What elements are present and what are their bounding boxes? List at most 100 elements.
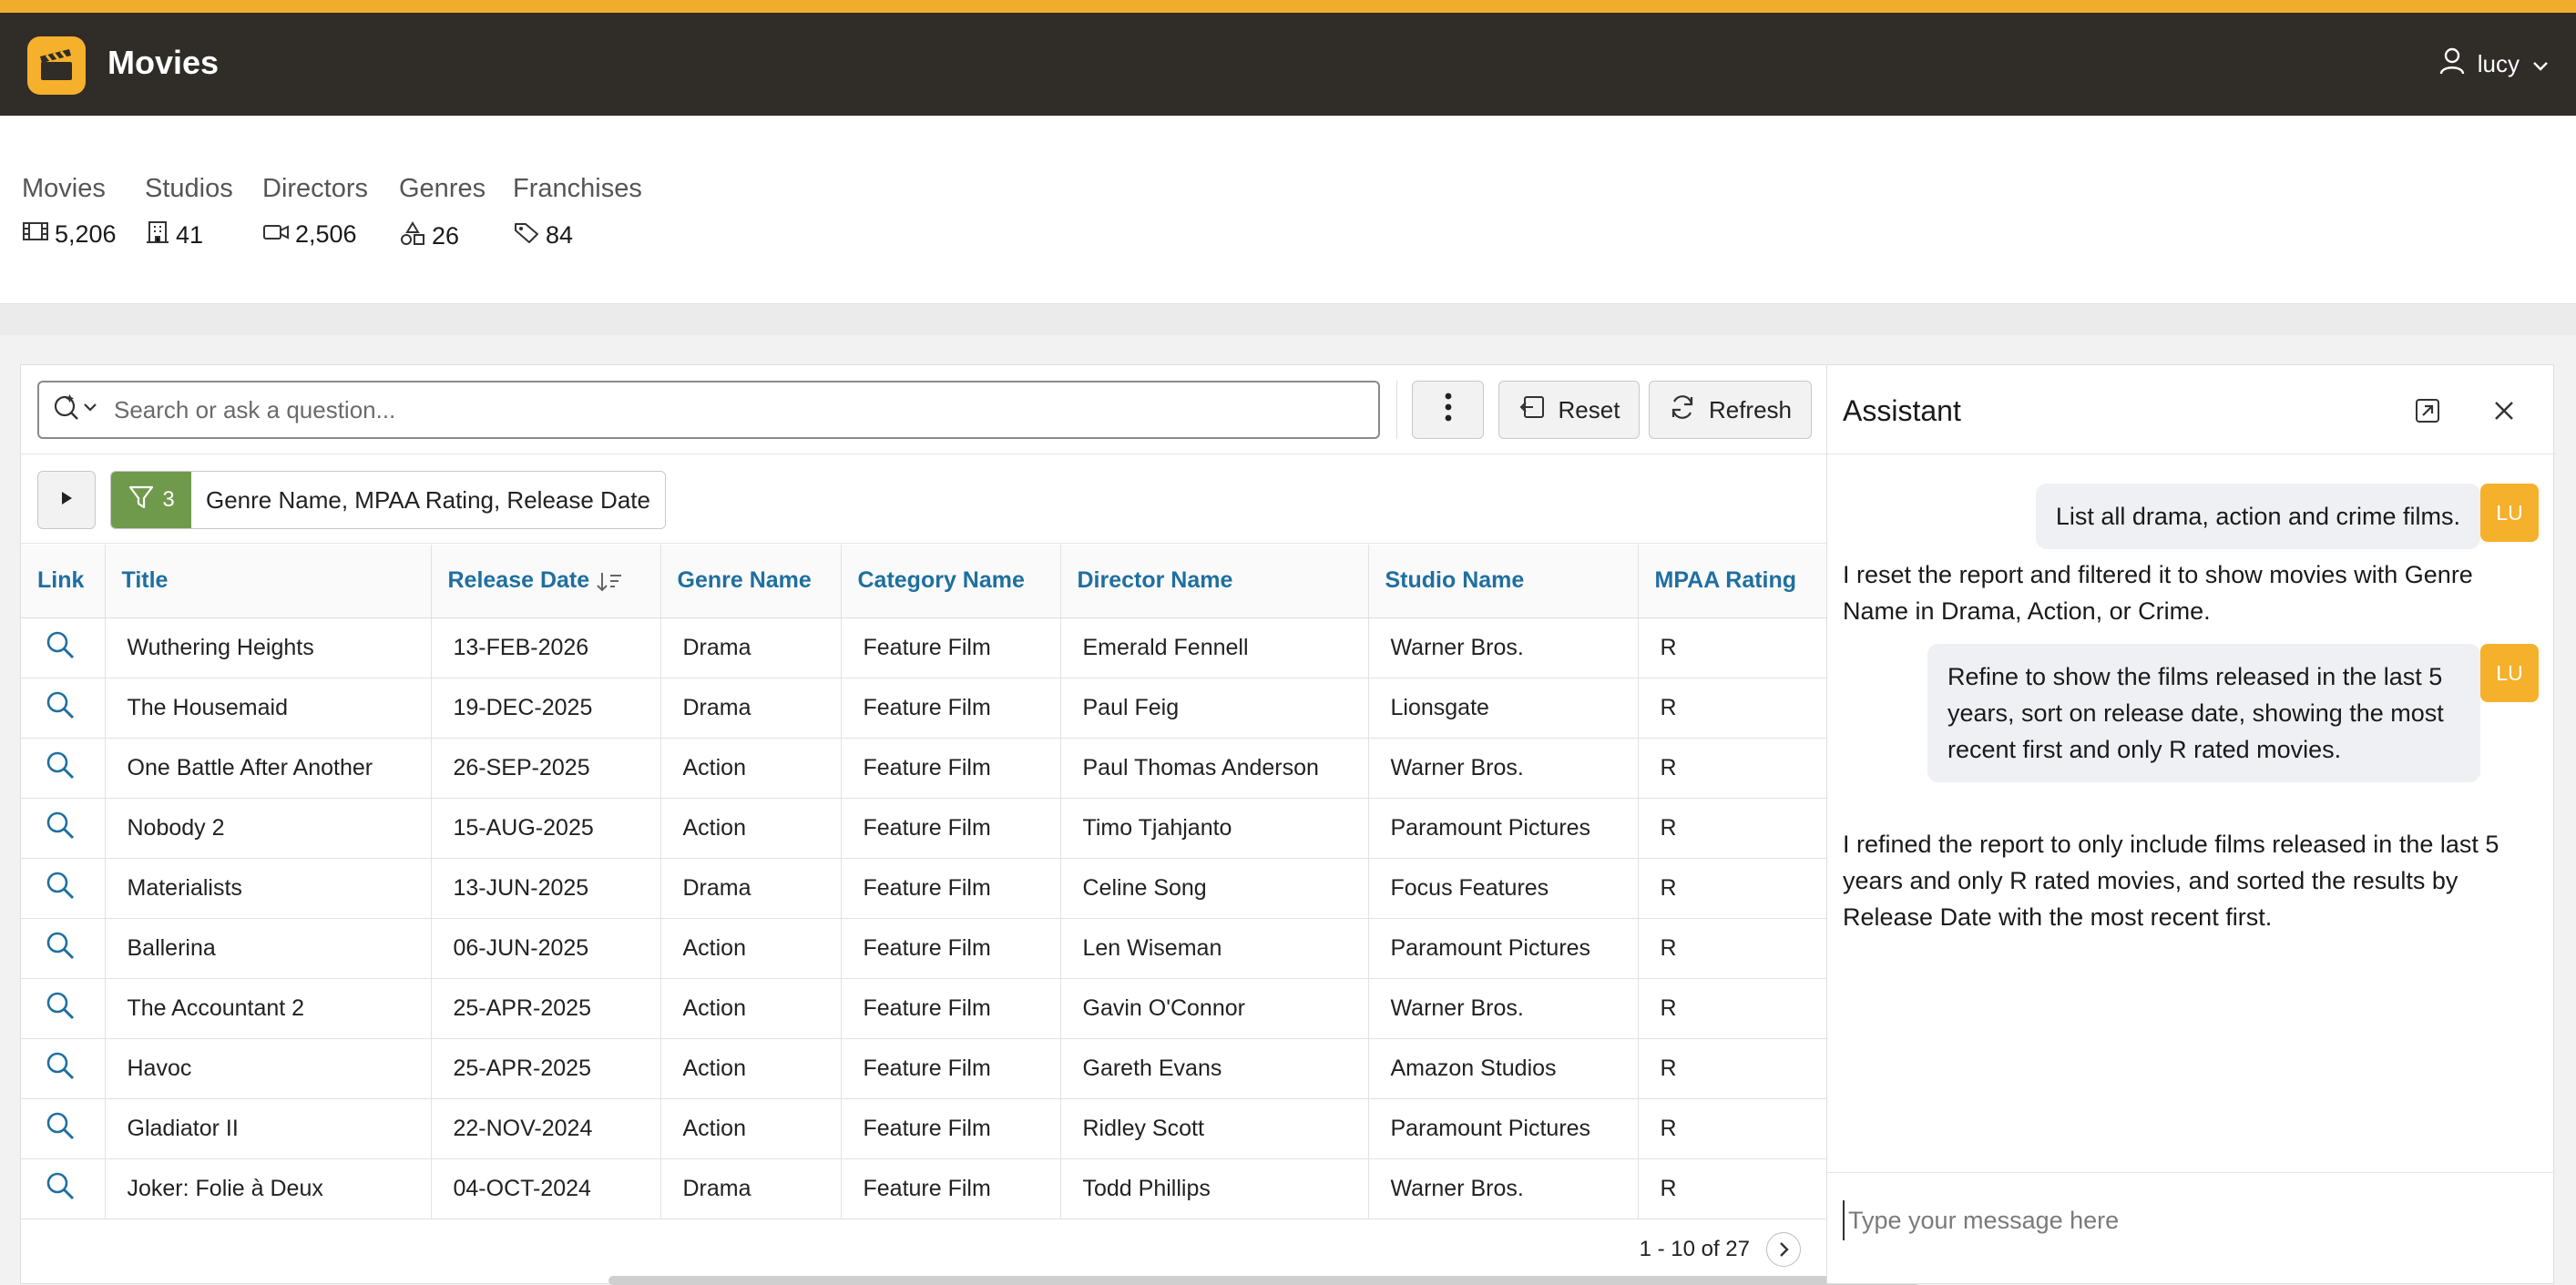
cell-title: One Battle After Another (105, 738, 432, 799)
search-box[interactable] (37, 381, 1380, 439)
stats-panel: Movies 5,206 Studios 41 Directors 2,506 … (0, 116, 2576, 304)
table-row: Havoc 25-APR-2025 Action Feature Film Ga… (21, 1038, 1828, 1099)
table-row: The Housemaid 19-DEC-2025 Drama Feature … (21, 678, 1828, 739)
assistant-title: Assistant (1843, 394, 1961, 427)
row-link-cell (21, 1098, 106, 1159)
cell-director-name: Paul Feig (1060, 678, 1369, 739)
cell-title: The Housemaid (105, 678, 432, 739)
cell-title: Wuthering Heights (105, 617, 432, 678)
cell-category-name: Feature Film (841, 738, 1061, 799)
cell-release-date: 25-APR-2025 (431, 1038, 661, 1099)
close-icon[interactable] (2486, 393, 2522, 429)
stat-studios: Studios 41 (145, 174, 233, 250)
user-menu[interactable]: lucy (2439, 47, 2549, 81)
cell-mpaa-rating: R (1638, 918, 1828, 979)
search-icon[interactable] (45, 1172, 76, 1207)
cell-genre-name: Action (660, 918, 842, 979)
user-avatar: LU (2480, 484, 2539, 542)
column-header-release-date[interactable]: Release Date (431, 545, 661, 618)
pop-out-icon[interactable] (2409, 393, 2446, 429)
cell-mpaa-rating: R (1638, 1158, 1828, 1219)
refresh-button[interactable]: Refresh (1649, 381, 1812, 439)
cell-release-date: 26-SEP-2025 (431, 738, 661, 799)
pagination: 1 - 10 of 27 (1640, 1232, 1801, 1267)
cell-release-date: 13-JUN-2025 (431, 858, 661, 919)
cell-director-name: Celine Song (1060, 858, 1369, 919)
cell-studio-name: Paramount Pictures (1368, 918, 1639, 979)
column-header-mpaa-rating[interactable]: MPAA Rating (1638, 545, 1828, 618)
table-row: Materialists 13-JUN-2025 Drama Feature F… (21, 858, 1828, 919)
column-header-studio-name[interactable]: Studio Name (1368, 545, 1639, 618)
shapes-icon (399, 220, 426, 252)
filter-count: 3 (162, 487, 175, 512)
refresh-label: Refresh (1708, 395, 1793, 423)
user-message: Refine to show the films released in the… (1927, 644, 2480, 782)
cell-release-date: 19-DEC-2025 (431, 678, 661, 739)
cell-mpaa-rating: R (1638, 617, 1828, 678)
user-message: List all drama, action and crime films. (2035, 484, 2480, 549)
stat-value: 84 (546, 221, 574, 249)
cell-director-name: Gareth Evans (1060, 1038, 1369, 1099)
cell-mpaa-rating: R (1638, 738, 1828, 799)
search-icon[interactable] (45, 872, 76, 906)
search-icon[interactable] (45, 751, 76, 786)
table-header-row: Link Title Release Date Genre Name Categ… (21, 545, 1828, 618)
column-header-genre-name[interactable]: Genre Name (660, 545, 842, 618)
cell-genre-name: Action (660, 798, 842, 859)
column-header-link[interactable]: Link (21, 545, 106, 618)
user-avatar: LU (2480, 644, 2539, 702)
table-row: Gladiator II 22-NOV-2024 Action Feature … (21, 1098, 1828, 1159)
stat-value: 26 (432, 222, 460, 250)
cell-title: Nobody 2 (105, 798, 432, 859)
search-icon[interactable] (45, 1112, 76, 1147)
filter-chip[interactable]: 3 Genre Name, MPAA Rating, Release Date (110, 471, 666, 529)
filter-summary[interactable]: Genre Name, MPAA Rating, Release Date (191, 472, 665, 528)
cell-genre-name: Action (660, 738, 842, 799)
filter-count-badge[interactable]: 3 (111, 472, 191, 528)
cell-mpaa-rating: R (1638, 858, 1828, 919)
search-icon[interactable] (45, 811, 76, 846)
cell-director-name: Ridley Scott (1060, 1098, 1369, 1159)
cell-category-name: Feature Film (841, 617, 1061, 678)
user-name: lucy (2477, 50, 2520, 77)
search-icon[interactable] (45, 1052, 76, 1086)
report-toolbar: Reset Refresh (21, 365, 1827, 454)
next-page-button[interactable] (1766, 1232, 1801, 1267)
more-vertical-icon (1445, 392, 1452, 429)
ai-search-icon[interactable] (52, 393, 97, 428)
cell-release-date: 13-FEB-2026 (431, 617, 661, 678)
assistant-panel: Assistant List all drama, action and cri… (1826, 364, 2555, 1284)
search-icon[interactable] (45, 992, 76, 1026)
cell-category-name: Feature Film (841, 858, 1061, 919)
expand-filters-button[interactable] (37, 471, 96, 529)
table-row: Joker: Folie à Deux 04-OCT-2024 Drama Fe… (21, 1158, 1828, 1219)
search-icon[interactable] (45, 691, 76, 726)
column-header-director-name[interactable]: Director Name (1060, 545, 1369, 618)
column-header-category-name[interactable]: Category Name (841, 545, 1061, 618)
assistant-message: I reset the report and filtered it to sh… (1843, 561, 2473, 625)
app-title[interactable]: Movies (107, 44, 219, 82)
cell-title: Materialists (105, 858, 432, 919)
cell-studio-name: Paramount Pictures (1368, 1098, 1639, 1159)
cell-mpaa-rating: R (1638, 798, 1828, 859)
pagination-range: 1 - 10 of 27 (1639, 1237, 1750, 1261)
row-link-cell (21, 678, 106, 739)
cell-studio-name: Lionsgate (1368, 678, 1639, 739)
chevron-right-icon (1780, 1242, 1789, 1257)
cell-category-name: Feature Film (841, 1098, 1061, 1159)
toolbar-divider (1396, 381, 1397, 439)
stat-value: 2,506 (295, 220, 357, 248)
cell-title: Gladiator II (105, 1098, 432, 1159)
search-input[interactable] (114, 395, 1298, 424)
cell-category-name: Feature Film (841, 678, 1061, 739)
stat-value: 5,206 (55, 220, 117, 248)
message-input[interactable] (1843, 1200, 2535, 1240)
clapperboard-logo-icon[interactable] (27, 36, 86, 95)
reset-button[interactable]: Reset (1498, 381, 1640, 439)
search-icon[interactable] (45, 932, 76, 966)
search-icon[interactable] (45, 631, 76, 666)
actions-menu-button[interactable] (1412, 381, 1484, 439)
report-table: Link Title Release Date Genre Name Categ… (21, 545, 1828, 1219)
cell-release-date: 04-OCT-2024 (431, 1158, 661, 1219)
column-header-title[interactable]: Title (105, 545, 432, 618)
